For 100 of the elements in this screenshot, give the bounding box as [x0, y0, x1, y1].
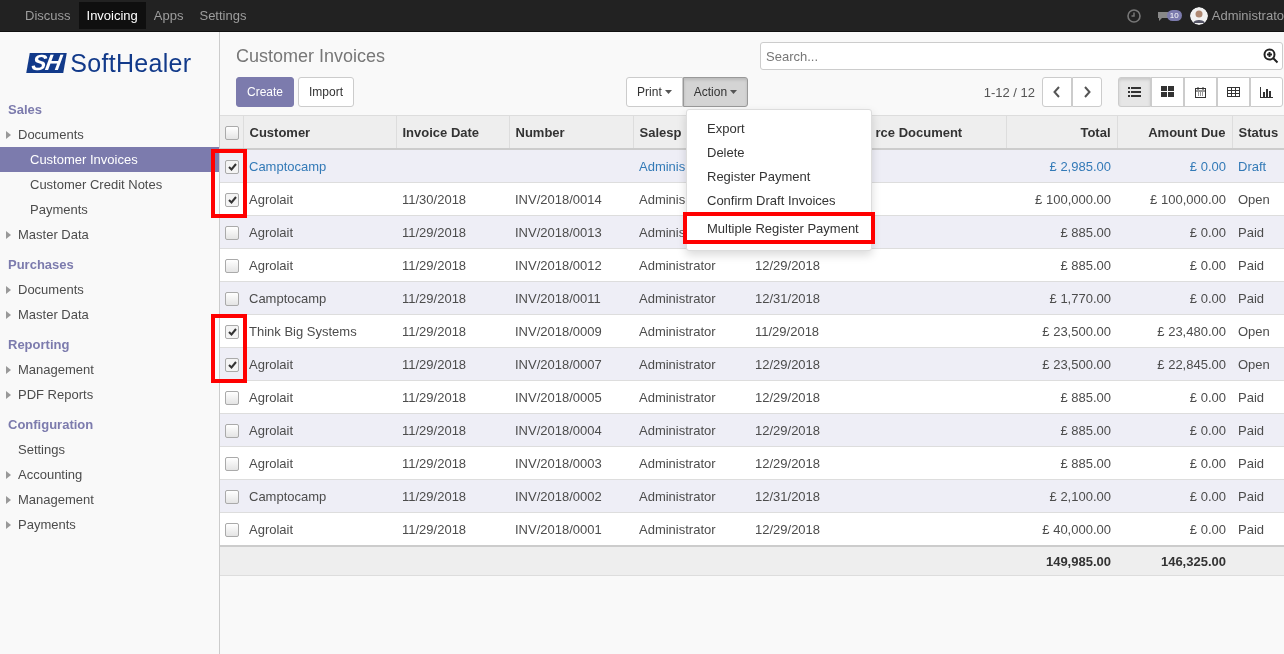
- sidebar-item[interactable]: Customer Credit Notes: [0, 172, 219, 197]
- table-cell: £ 1,770.00: [1049, 290, 1111, 306]
- table-cell: £ 0.00: [1189, 290, 1226, 306]
- caret-icon: [730, 90, 738, 94]
- sidebar-item[interactable]: Payments: [0, 197, 219, 222]
- table-cell: 11/29/2018: [402, 488, 467, 504]
- sidebar-item[interactable]: Master Data: [0, 302, 219, 327]
- row-checkbox[interactable]: [225, 456, 239, 471]
- sidebar-item[interactable]: Documents: [0, 122, 219, 147]
- menu-item[interactable]: Delete: [687, 140, 871, 164]
- caret-icon: [6, 520, 11, 529]
- sidebar-item[interactable]: PDF Reports: [0, 382, 219, 407]
- menu-item[interactable]: Export: [687, 116, 871, 140]
- table-cell: Draft: [1238, 158, 1267, 174]
- sidebar-item[interactable]: Settings: [0, 437, 219, 462]
- table-cell: £ 0.00: [1189, 521, 1226, 537]
- pager-value: 1-12 / 12: [983, 84, 1035, 100]
- row-checkbox[interactable]: [225, 159, 239, 174]
- row-checkbox[interactable]: [225, 258, 239, 273]
- search-field[interactable]: Search...: [760, 42, 1283, 70]
- logo-mark: SH: [25, 53, 66, 73]
- table-cell: £ 40,000.00: [1042, 521, 1111, 537]
- table-cell: Administrator: [639, 455, 716, 471]
- table-cell: Administrator: [639, 389, 716, 405]
- table-cell: £ 2,100.00: [1049, 488, 1111, 504]
- table-cell: 11/29/2018: [402, 455, 467, 471]
- column-header[interactable]: Total: [1080, 124, 1111, 140]
- table-cell: Agrolait: [249, 224, 294, 240]
- table-cell: Paid: [1238, 290, 1265, 306]
- row-checkbox[interactable]: [225, 522, 239, 537]
- sidebar-item[interactable]: Master Data: [0, 222, 219, 247]
- table-cell: £ 0.00: [1189, 224, 1226, 240]
- import-button[interactable]: Import: [298, 77, 355, 107]
- app-menu-item[interactable]: Settings: [191, 2, 255, 29]
- table-cell: 12/29/2018: [755, 356, 821, 372]
- row-checkbox[interactable]: [225, 192, 239, 207]
- table-cell: Paid: [1238, 257, 1265, 273]
- table-cell: INV/2018/0012: [515, 257, 602, 273]
- row-checkbox[interactable]: [225, 324, 239, 339]
- table-cell: INV/2018/0013: [515, 224, 602, 240]
- app-menu-item[interactable]: Discuss: [17, 2, 79, 29]
- row-checkbox[interactable]: [225, 489, 239, 504]
- search-icon[interactable]: [1263, 48, 1279, 64]
- column-header[interactable]: Salesp: [639, 124, 682, 140]
- menu-item[interactable]: Confirm Draft Invoices: [687, 188, 871, 212]
- chevron-right-icon: [1083, 86, 1091, 98]
- previous-button[interactable]: [1042, 77, 1072, 107]
- table-cell: Camptocamp: [249, 158, 327, 174]
- view-button[interactable]: [1151, 77, 1184, 107]
- select-all-checkbox[interactable]: [225, 125, 239, 140]
- table-cell: 11/29/2018: [402, 521, 467, 537]
- row-checkbox[interactable]: [225, 291, 239, 306]
- column-header[interactable]: Customer: [249, 124, 311, 140]
- create-button[interactable]: Create: [236, 77, 295, 107]
- table-cell: £ 885.00: [1060, 224, 1111, 240]
- next-button[interactable]: [1072, 77, 1102, 107]
- table-cell: Agrolait: [249, 356, 294, 372]
- table-cell: INV/2018/0003: [515, 455, 602, 471]
- sidebar-item[interactable]: Payments: [0, 512, 219, 537]
- print-button[interactable]: Print: [626, 77, 683, 107]
- table-cell: £ 22,845.00: [1157, 356, 1226, 372]
- action-button[interactable]: Action: [682, 77, 749, 107]
- column-header[interactable]: Number: [515, 124, 565, 140]
- caret-icon: [6, 230, 11, 239]
- table-cell: 12/31/2018: [755, 488, 821, 504]
- sidebar-item[interactable]: Management: [0, 487, 219, 512]
- table-cell: Open: [1238, 356, 1270, 372]
- sidebar-item[interactable]: Management: [0, 357, 219, 382]
- menu-item[interactable]: Multiple Register Payment: [685, 214, 873, 242]
- section-heading: Sales: [7, 101, 43, 119]
- row-checkbox[interactable]: [225, 423, 239, 438]
- table-cell: Administrator: [639, 323, 716, 339]
- table-cell: £ 100,000.00: [1150, 191, 1226, 207]
- total-value: 149,985.00: [1045, 553, 1111, 569]
- view-button[interactable]: [1184, 77, 1217, 107]
- total-value: 146,325.00: [1160, 553, 1226, 569]
- table-cell: Administrator: [639, 290, 716, 306]
- app-menu-item[interactable]: Invoicing: [78, 2, 146, 29]
- caret-icon: [6, 285, 11, 294]
- row-checkbox[interactable]: [225, 357, 239, 372]
- row-checkbox[interactable]: [225, 225, 239, 240]
- chevron-left-icon: [1053, 86, 1061, 98]
- table-cell: 12/29/2018: [755, 389, 821, 405]
- sidebar-item[interactable]: Documents: [0, 277, 219, 302]
- table-cell: £ 885.00: [1060, 422, 1111, 438]
- bar-chart-icon: [1260, 86, 1273, 98]
- table-cell: Administrator: [639, 356, 716, 372]
- table-cell: Paid: [1238, 422, 1265, 438]
- view-button[interactable]: [1118, 77, 1151, 107]
- table-cell: 11/29/2018: [402, 224, 467, 240]
- row-checkbox[interactable]: [225, 390, 239, 405]
- clock-icon[interactable]: [1126, 8, 1141, 23]
- user-name[interactable]: Administrato: [1211, 8, 1284, 23]
- sidebar-item[interactable]: Accounting: [0, 462, 219, 487]
- sidebar-item[interactable]: Customer Invoices: [0, 147, 219, 172]
- app-menu-item[interactable]: Apps: [145, 2, 192, 29]
- table-cell: INV/2018/0004: [515, 422, 602, 438]
- menu-item[interactable]: Register Payment: [687, 164, 871, 188]
- view-button[interactable]: [1217, 77, 1250, 107]
- view-button[interactable]: [1250, 77, 1283, 107]
